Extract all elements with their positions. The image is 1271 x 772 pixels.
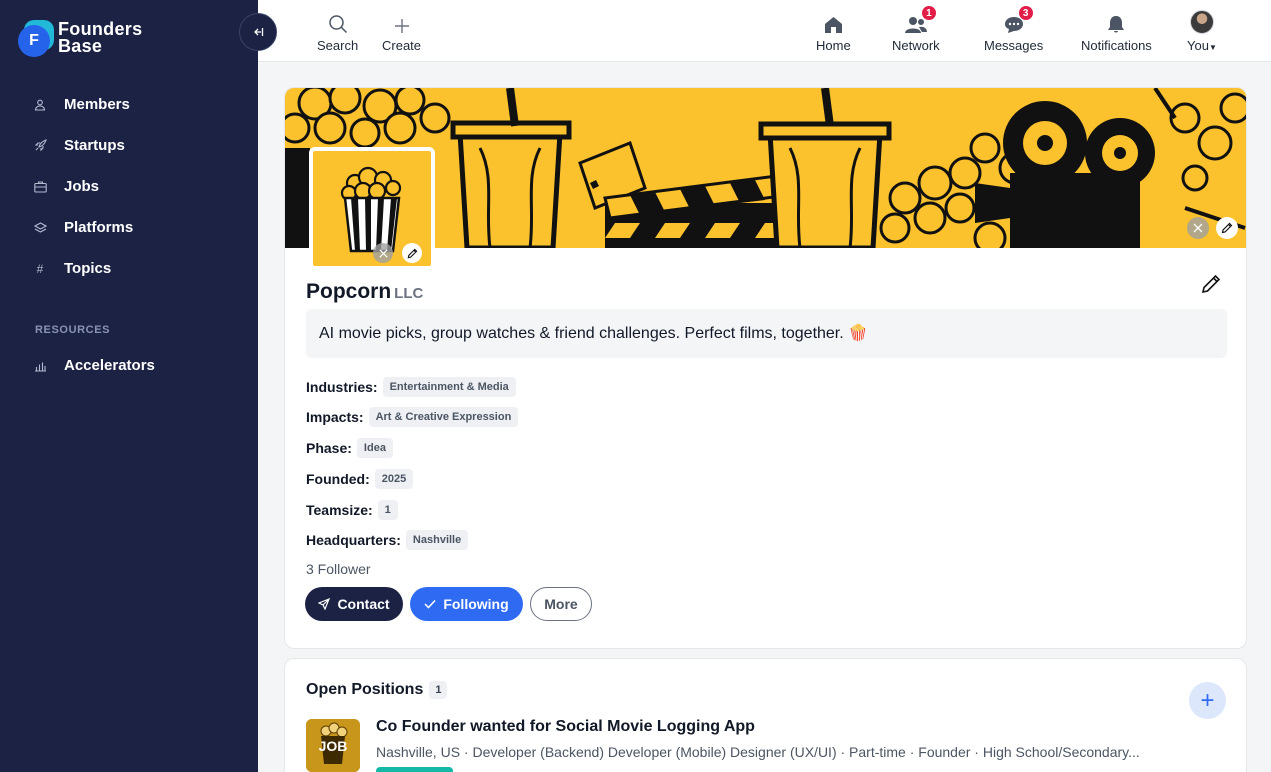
attr-founded: Founded: 2025 [306, 469, 414, 489]
positions-count-badge: 1 [429, 681, 448, 699]
sidebar-item-jobs[interactable]: Jobs [0, 166, 258, 207]
attr-headquarters: Headquarters: Nashville [306, 530, 469, 550]
messages-button[interactable]: 3 Messages [984, 6, 1043, 53]
home-button[interactable]: Home [816, 12, 851, 53]
avatar [1189, 10, 1214, 34]
brand-name: Founders Base [58, 19, 143, 56]
sidebar-item-label: Accelerators [64, 357, 155, 374]
resources-nav: Accelerators [0, 345, 258, 386]
logo-icon: F [18, 20, 54, 57]
attr-teamsize: Teamsize: 1 [306, 500, 398, 520]
send-icon [318, 598, 331, 610]
pencil-icon [407, 248, 417, 258]
founded-tag[interactable]: 2025 [374, 469, 414, 489]
close-icon [1193, 223, 1203, 233]
bar-chart-icon [33, 359, 47, 373]
company-logo [309, 147, 435, 270]
search-button[interactable]: Search [317, 12, 358, 53]
close-icon [378, 248, 388, 258]
industry-tag[interactable]: Entertainment & Media [382, 377, 516, 397]
create-button[interactable]: Create [382, 12, 421, 53]
messages-badge: 3 [1018, 6, 1033, 20]
brand-logo[interactable]: F Founders Base [18, 19, 143, 57]
network-button[interactable]: 1 Network [892, 6, 940, 53]
plus-icon: + [1200, 686, 1215, 714]
chevron-down-icon: ▼ [1208, 43, 1217, 52]
rocket-icon [33, 139, 47, 153]
layers-icon [33, 221, 47, 235]
plus-icon [394, 12, 410, 34]
search-icon [328, 12, 348, 34]
collapse-icon [254, 28, 264, 36]
sidebar-item-topics[interactable]: # Topics [0, 248, 258, 289]
open-positions-heading: Open Positions 1 [306, 681, 448, 699]
impact-tag[interactable]: Art & Creative Expression [368, 407, 519, 427]
sidebar-item-label: Topics [64, 260, 112, 277]
network-icon: 1 [904, 6, 936, 34]
job-meta: Nashville, US · Developer (Backend) Deve… [376, 744, 1140, 760]
edit-cover-button[interactable] [1216, 217, 1238, 239]
edit-profile-button[interactable] [1200, 273, 1222, 295]
phase-tag[interactable]: Idea [356, 438, 393, 458]
chat-icon: 3 [1004, 6, 1033, 34]
sidebar-nav: Members Startups Jobs Platforms # Topics [0, 84, 258, 289]
hash-icon: # [36, 261, 44, 276]
following-button[interactable]: Following [410, 587, 523, 621]
contact-button[interactable]: Contact [305, 587, 403, 621]
remove-cover-button[interactable] [1187, 217, 1209, 239]
job-status-badge [376, 767, 453, 772]
home-icon [824, 12, 843, 34]
bell-icon [1107, 12, 1125, 34]
job-thumbnail[interactable]: JOB [306, 719, 360, 772]
sidebar-item-label: Jobs [64, 178, 100, 195]
network-badge: 1 [921, 6, 936, 20]
attr-industries: Industries: Entertainment & Media [306, 377, 516, 397]
company-tagline: AI movie picks, group watches & friend c… [306, 309, 1227, 358]
add-position-button[interactable]: + [1189, 682, 1226, 719]
pencil-icon [1201, 274, 1221, 294]
edit-logo-button[interactable] [402, 243, 422, 263]
attr-impacts: Impacts: Art & Creative Expression [306, 407, 519, 427]
remove-logo-button[interactable] [373, 243, 393, 263]
sidebar-item-label: Members [64, 96, 130, 113]
job-title[interactable]: Co Founder wanted for Social Movie Loggi… [376, 718, 755, 736]
user-icon [33, 98, 47, 112]
sidebar-item-members[interactable]: Members [0, 84, 258, 125]
company-profile-card: Popcorn LLC AI movie picks, group watches… [284, 87, 1247, 649]
briefcase-icon [33, 180, 47, 194]
profile-menu-button[interactable]: You▼ [1187, 10, 1217, 53]
attr-phase: Phase: Idea [306, 438, 393, 458]
sidebar-item-label: Startups [64, 137, 125, 154]
collapse-sidebar-button[interactable] [239, 13, 277, 51]
open-positions-card: Open Positions 1 + JOB Co Founder wanted… [284, 658, 1247, 772]
follower-count[interactable]: 3 Follower [306, 561, 371, 577]
notifications-button[interactable]: Notifications [1081, 12, 1152, 53]
more-button[interactable]: More [530, 587, 592, 621]
sidebar-item-label: Platforms [64, 219, 134, 236]
company-legal-form: LLC [394, 285, 424, 302]
sidebar: F Founders Base Members Startups Jobs Pl… [0, 0, 258, 772]
sidebar-item-startups[interactable]: Startups [0, 125, 258, 166]
teamsize-tag[interactable]: 1 [377, 500, 398, 520]
headquarters-tag[interactable]: Nashville [405, 530, 469, 550]
top-navigation: Search Create Home 1 Network 3 Messages … [258, 0, 1271, 62]
company-name: Popcorn LLC [306, 280, 424, 303]
resources-heading: RESOURCES [35, 324, 111, 336]
check-icon [424, 599, 436, 609]
sidebar-item-platforms[interactable]: Platforms [0, 207, 258, 248]
sidebar-item-accelerators[interactable]: Accelerators [0, 345, 258, 386]
pencil-icon [1221, 222, 1233, 234]
